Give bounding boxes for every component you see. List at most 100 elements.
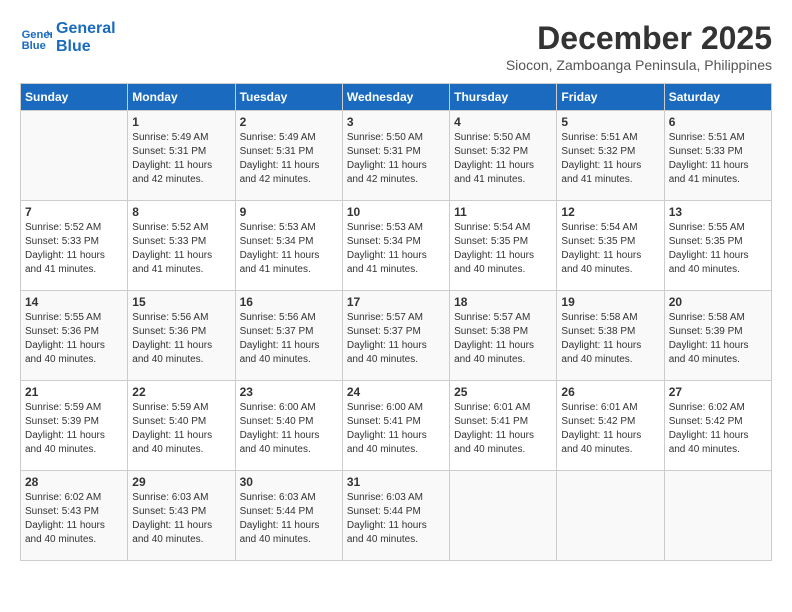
day-number: 14	[25, 295, 123, 309]
calendar-cell	[664, 471, 771, 561]
calendar-cell: 13Sunrise: 5:55 AMSunset: 5:35 PMDayligh…	[664, 201, 771, 291]
header-thursday: Thursday	[450, 84, 557, 111]
day-info: Sunrise: 5:54 AMSunset: 5:35 PMDaylight:…	[561, 221, 659, 277]
calendar-cell: 3 Sunrise: 5:50 AMSunset: 5:31 PMDaylight…	[342, 111, 449, 201]
day-info: Sunrise: 5:56 AMSunset: 5:36 PMDaylight:…	[132, 311, 230, 367]
day-info: Sunrise: 5:59 AMSunset: 5:40 PMDaylight:…	[132, 401, 230, 457]
day-info: Sunrise: 5:51 AMSunset: 5:33 PMDaylight:…	[669, 131, 767, 187]
day-number: 20	[669, 295, 767, 309]
day-info: Sunrise: 6:00 AMSunset: 5:40 PMDaylight:…	[240, 401, 338, 457]
day-number: 16	[240, 295, 338, 309]
day-info: Sunrise: 5:56 AMSunset: 5:37 PMDaylight:…	[240, 311, 338, 367]
week-row-4: 21 Sunrise: 5:59 AMSunset: 5:39 PMDayligh…	[21, 381, 772, 471]
calendar-cell: 16 Sunrise: 5:56 AMSunset: 5:37 PMDayligh…	[235, 291, 342, 381]
calendar-cell: 6 Sunrise: 5:51 AMSunset: 5:33 PMDaylight…	[664, 111, 771, 201]
week-row-5: 28 Sunrise: 6:02 AMSunset: 5:43 PMDayligh…	[21, 471, 772, 561]
day-number: 9	[240, 205, 338, 219]
calendar-cell: 19 Sunrise: 5:58 AMSunset: 5:38 PMDayligh…	[557, 291, 664, 381]
header-friday: Friday	[557, 84, 664, 111]
day-number: 1	[132, 115, 230, 129]
day-info: Sunrise: 5:49 AMSunset: 5:31 PMDaylight:…	[240, 131, 338, 187]
day-number: 21	[25, 385, 123, 399]
calendar-cell: 21 Sunrise: 5:59 AMSunset: 5:39 PMDayligh…	[21, 381, 128, 471]
day-info: Sunrise: 5:53 AMSunset: 5:34 PMDaylight:…	[347, 221, 445, 277]
calendar-cell: 1 Sunrise: 5:49 AMSunset: 5:31 PMDaylight…	[128, 111, 235, 201]
day-info: Sunrise: 5:58 AMSunset: 5:39 PMDaylight:…	[669, 311, 767, 367]
day-info: Sunrise: 5:53 AMSunset: 5:34 PMDaylight:…	[240, 221, 338, 277]
day-info: Sunrise: 5:49 AMSunset: 5:31 PMDaylight:…	[132, 131, 230, 187]
location-subtitle: Siocon, Zamboanga Peninsula, Philippines	[506, 57, 772, 73]
day-info: Sunrise: 5:50 AMSunset: 5:31 PMDaylight:…	[347, 131, 445, 187]
calendar-cell: 30Sunrise: 6:03 AMSunset: 5:44 PMDayligh…	[235, 471, 342, 561]
calendar-cell: 20 Sunrise: 5:58 AMSunset: 5:39 PMDayligh…	[664, 291, 771, 381]
day-number: 17	[347, 295, 445, 309]
calendar-cell: 22 Sunrise: 5:59 AMSunset: 5:40 PMDayligh…	[128, 381, 235, 471]
calendar-cell: 12 Sunrise: 5:54 AMSunset: 5:35 PMDayligh…	[557, 201, 664, 291]
calendar-cell: 18Sunrise: 5:57 AMSunset: 5:38 PMDayligh…	[450, 291, 557, 381]
calendar-cell: 31 Sunrise: 6:03 AMSunset: 5:44 PMDayligh…	[342, 471, 449, 561]
calendar-cell	[557, 471, 664, 561]
day-number: 3	[347, 115, 445, 129]
day-info: Sunrise: 6:01 AMSunset: 5:42 PMDaylight:…	[561, 401, 659, 457]
day-number: 4	[454, 115, 552, 129]
calendar-cell: 14 Sunrise: 5:55 AMSunset: 5:36 PMDayligh…	[21, 291, 128, 381]
month-title: December 2025	[506, 20, 772, 57]
calendar-table: SundayMondayTuesdayWednesdayThursdayFrid…	[20, 83, 772, 561]
day-number: 8	[132, 205, 230, 219]
header-wednesday: Wednesday	[342, 84, 449, 111]
day-info: Sunrise: 5:58 AMSunset: 5:38 PMDaylight:…	[561, 311, 659, 367]
day-info: Sunrise: 5:59 AMSunset: 5:39 PMDaylight:…	[25, 401, 123, 457]
day-number: 26	[561, 385, 659, 399]
day-info: Sunrise: 6:03 AMSunset: 5:44 PMDaylight:…	[347, 491, 445, 547]
logo-general: General	[56, 20, 116, 38]
calendar-cell: 25 Sunrise: 6:01 AMSunset: 5:41 PMDayligh…	[450, 381, 557, 471]
logo: General Blue General Blue	[20, 20, 116, 55]
day-info: Sunrise: 5:54 AMSunset: 5:35 PMDaylight:…	[454, 221, 552, 277]
day-info: Sunrise: 5:55 AMSunset: 5:36 PMDaylight:…	[25, 311, 123, 367]
day-number: 5	[561, 115, 659, 129]
day-info: Sunrise: 6:02 AMSunset: 5:43 PMDaylight:…	[25, 491, 123, 547]
day-info: Sunrise: 6:00 AMSunset: 5:41 PMDaylight:…	[347, 401, 445, 457]
day-info: Sunrise: 6:01 AMSunset: 5:41 PMDaylight:…	[454, 401, 552, 457]
calendar-cell: 17 Sunrise: 5:57 AMSunset: 5:37 PMDayligh…	[342, 291, 449, 381]
day-number: 12	[561, 205, 659, 219]
title-block: December 2025 Siocon, Zamboanga Peninsul…	[506, 20, 772, 73]
calendar-cell: 8Sunrise: 5:52 AMSunset: 5:33 PMDaylight…	[128, 201, 235, 291]
day-number: 25	[454, 385, 552, 399]
calendar-cell: 7 Sunrise: 5:52 AMSunset: 5:33 PMDaylight…	[21, 201, 128, 291]
day-info: Sunrise: 6:02 AMSunset: 5:42 PMDaylight:…	[669, 401, 767, 457]
calendar-cell: 28 Sunrise: 6:02 AMSunset: 5:43 PMDayligh…	[21, 471, 128, 561]
day-info: Sunrise: 6:03 AMSunset: 5:43 PMDaylight:…	[132, 491, 230, 547]
day-number: 15	[132, 295, 230, 309]
calendar-cell: 26 Sunrise: 6:01 AMSunset: 5:42 PMDayligh…	[557, 381, 664, 471]
calendar-cell: 27 Sunrise: 6:02 AMSunset: 5:42 PMDayligh…	[664, 381, 771, 471]
calendar-cell: 23Sunrise: 6:00 AMSunset: 5:40 PMDayligh…	[235, 381, 342, 471]
calendar-cell: 10 Sunrise: 5:53 AMSunset: 5:34 PMDayligh…	[342, 201, 449, 291]
day-number: 29	[132, 475, 230, 489]
header-monday: Monday	[128, 84, 235, 111]
day-number: 31	[347, 475, 445, 489]
logo-blue: Blue	[56, 38, 116, 56]
calendar-cell: 11Sunrise: 5:54 AMSunset: 5:35 PMDayligh…	[450, 201, 557, 291]
day-info: Sunrise: 5:50 AMSunset: 5:32 PMDaylight:…	[454, 131, 552, 187]
calendar-header-row: SundayMondayTuesdayWednesdayThursdayFrid…	[21, 84, 772, 111]
day-number: 28	[25, 475, 123, 489]
day-number: 22	[132, 385, 230, 399]
calendar-cell: 24Sunrise: 6:00 AMSunset: 5:41 PMDayligh…	[342, 381, 449, 471]
day-number: 6	[669, 115, 767, 129]
day-number: 13	[669, 205, 767, 219]
day-number: 19	[561, 295, 659, 309]
svg-text:Blue: Blue	[22, 40, 46, 52]
calendar-cell: 29 Sunrise: 6:03 AMSunset: 5:43 PMDayligh…	[128, 471, 235, 561]
header-tuesday: Tuesday	[235, 84, 342, 111]
week-row-3: 14 Sunrise: 5:55 AMSunset: 5:36 PMDayligh…	[21, 291, 772, 381]
day-number: 30	[240, 475, 338, 489]
day-info: Sunrise: 5:52 AMSunset: 5:33 PMDaylight:…	[25, 221, 123, 277]
logo-icon: General Blue	[20, 22, 52, 54]
day-number: 10	[347, 205, 445, 219]
week-row-1: 1 Sunrise: 5:49 AMSunset: 5:31 PMDaylight…	[21, 111, 772, 201]
day-number: 2	[240, 115, 338, 129]
day-number: 7	[25, 205, 123, 219]
day-info: Sunrise: 5:57 AMSunset: 5:37 PMDaylight:…	[347, 311, 445, 367]
day-number: 27	[669, 385, 767, 399]
